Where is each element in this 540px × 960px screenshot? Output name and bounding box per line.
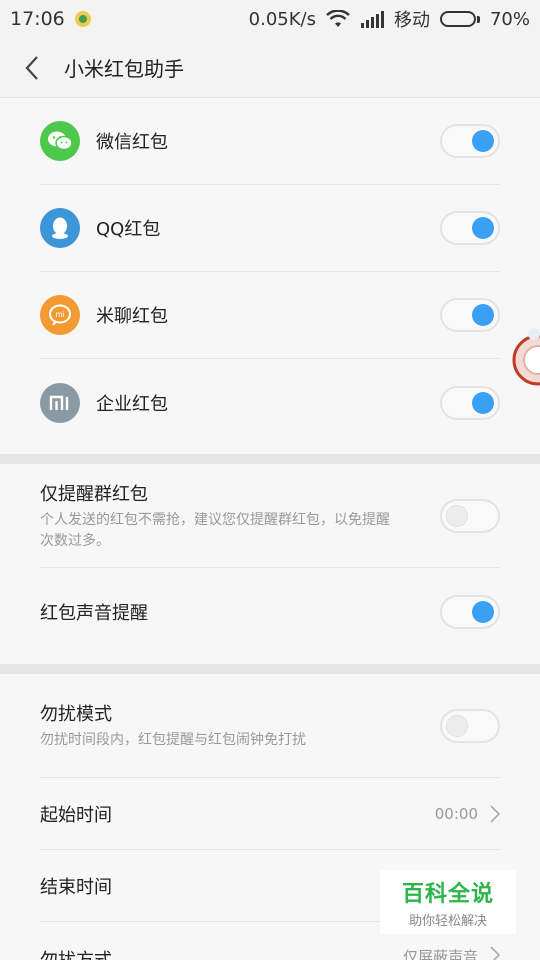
wechat-toggle[interactable] xyxy=(440,124,500,158)
watermark-subtitle: 助你轻松解决 xyxy=(408,913,487,929)
notification-app-icon xyxy=(74,11,91,27)
wechat-icon xyxy=(40,121,80,161)
list-item-sound[interactable]: 红包声音提醒 xyxy=(40,568,500,656)
list-item-enterprise[interactable]: 企业红包 xyxy=(40,359,500,446)
list-item-start-time[interactable]: 起始时间 00:00 xyxy=(40,778,500,850)
sound-label: 红包声音提醒 xyxy=(40,603,148,624)
watermark-logo: 百科全说 助你轻松解决 xyxy=(380,870,516,934)
watermark-title: 百科全说 xyxy=(401,881,494,907)
sound-toggle[interactable] xyxy=(440,595,500,629)
enterprise-toggle[interactable] xyxy=(440,385,500,420)
chevron-right-icon xyxy=(490,946,500,960)
svg-text:mi: mi xyxy=(56,310,65,319)
red-packet-sources: 微信红包 QQ红包 mi 米聊红包 企业红包 xyxy=(0,98,540,454)
dnd-mode-label: 勿扰模式 xyxy=(40,704,112,725)
dnd-mode-toggle[interactable] xyxy=(440,708,500,743)
section-divider xyxy=(0,454,540,464)
reminder-settings: 仅提醒群红包 个人发送的红包不需抢，建议您仅提醒群红包，以免提醒次数过多。 红包… xyxy=(0,464,540,664)
dnd-mode-desc: 勿扰时间段内，红包提醒与红包闹钟免打扰 xyxy=(40,732,306,748)
network-speed: 0.05K/s xyxy=(248,8,316,30)
start-time-label: 起始时间 xyxy=(40,804,112,826)
chevron-right-icon xyxy=(490,804,500,823)
chevron-left-icon xyxy=(25,55,38,80)
back-button[interactable] xyxy=(0,38,64,98)
qq-toggle[interactable] xyxy=(440,211,500,245)
floating-sticker-icon xyxy=(512,328,540,386)
group-only-toggle[interactable] xyxy=(440,498,500,533)
group-only-label: 仅提醒群红包 xyxy=(40,483,148,505)
carrier-name: 移动 xyxy=(393,10,430,31)
status-time: 17:06 xyxy=(10,8,65,30)
miliao-icon: mi xyxy=(40,295,80,335)
qq-icon xyxy=(40,208,80,248)
list-item-qq[interactable]: QQ红包 xyxy=(40,185,500,272)
dnd-method-value: 仅屏蔽声音 xyxy=(402,948,478,960)
list-item-wechat[interactable]: 微信红包 xyxy=(40,98,500,185)
list-item-miliao[interactable]: mi 米聊红包 xyxy=(40,272,500,359)
list-item-dnd-mode[interactable]: 勿扰模式 勿扰时间段内，红包提醒与红包闹钟免打扰 xyxy=(40,674,500,778)
miliao-toggle[interactable] xyxy=(440,298,500,332)
signal-icon xyxy=(360,11,384,28)
section-divider xyxy=(0,664,540,674)
battery-percent: 70% xyxy=(489,8,530,30)
wifi-icon xyxy=(326,10,350,27)
start-time-value: 00:00 xyxy=(434,804,478,823)
group-only-desc: 个人发送的红包不需抢，建议您仅提醒群红包，以免提醒次数过多。 xyxy=(40,511,390,549)
list-item-group-only[interactable]: 仅提醒群红包 个人发送的红包不需抢，建议您仅提醒群红包，以免提醒次数过多。 xyxy=(40,464,500,568)
mi-icon xyxy=(40,382,80,423)
app-header: 小米红包助手 xyxy=(0,38,540,98)
status-bar: 17:06 0.05K/s 移动 70% xyxy=(0,0,540,38)
status-right: 0.05K/s 移动 70% xyxy=(249,6,530,32)
page-title: 小米红包助手 xyxy=(64,57,184,81)
battery-icon xyxy=(439,11,480,27)
